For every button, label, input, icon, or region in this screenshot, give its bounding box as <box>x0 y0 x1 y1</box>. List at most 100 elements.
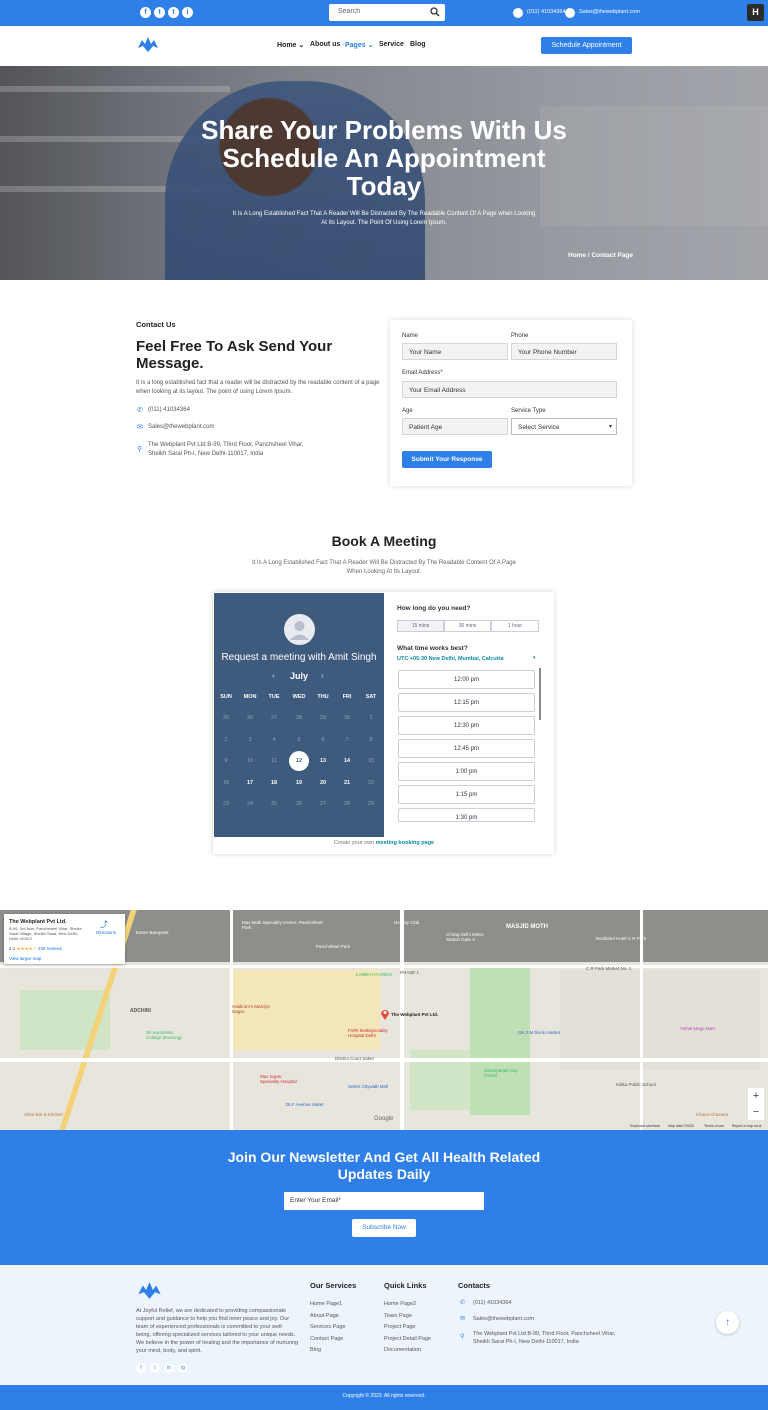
search-icon[interactable] <box>430 7 440 17</box>
next-month-icon[interactable]: › <box>321 671 324 680</box>
nav-pages[interactable]: Pages ⌄ <box>345 41 373 49</box>
time-slot[interactable]: 1:00 pm <box>398 762 535 781</box>
footer-link[interactable]: Services Page <box>310 1324 345 1330</box>
nav-blog[interactable]: Blog <box>410 41 426 48</box>
calendar-day: 3 <box>248 737 252 743</box>
time-slot[interactable]: 12:00 pm <box>398 670 535 689</box>
nav-service[interactable]: Service <box>379 41 404 48</box>
logo-icon[interactable] <box>136 36 160 53</box>
footer-phone[interactable]: (011) 41034364 <box>473 1300 511 1306</box>
calendar-day: 29 <box>319 715 327 721</box>
name-input[interactable]: Your Name <box>402 343 508 360</box>
calendar-day[interactable]: 13 <box>311 758 335 764</box>
instagram-icon[interactable]: ig <box>178 1363 188 1373</box>
footer-link[interactable]: Home Page2 <box>384 1301 416 1307</box>
footer-link[interactable]: Project Page <box>384 1324 416 1330</box>
newsletter-title: Join Our Newsletter And Get All Health R… <box>227 1149 541 1182</box>
search-input[interactable]: Search <box>329 4 445 21</box>
calendar-day: 1 <box>369 715 373 721</box>
weekday-sun: SUN <box>220 694 232 700</box>
view-larger-map-link[interactable]: View larger map <box>9 956 41 961</box>
linkedin-icon[interactable]: in <box>164 1363 174 1373</box>
footer-link[interactable]: Home Page1 <box>310 1301 342 1307</box>
topbar-email[interactable]: Sales@thewebplant.com <box>579 9 640 15</box>
calendar-day: 25 <box>270 801 278 807</box>
calendar-month: July <box>289 671 308 681</box>
breadcrumb-home[interactable]: Home <box>568 252 586 259</box>
breadcrumb: Home / Contact Page <box>568 252 634 259</box>
footer-quick-title: Quick Links <box>384 1281 427 1290</box>
time-slot[interactable]: 1:15 pm <box>398 785 535 804</box>
calendar-day[interactable]: 12 <box>287 758 311 764</box>
calendar-day[interactable]: 14 <box>335 758 359 764</box>
twitter-icon[interactable]: t <box>150 1363 160 1373</box>
email-icon: ✉ <box>460 1316 466 1322</box>
hero-subtitle: It Is A Long Established Fact That A Rea… <box>232 211 536 226</box>
service-select[interactable]: Select Service ▾ <box>511 418 617 435</box>
contact-description: It is a long established fact that a rea… <box>136 380 380 395</box>
directions-link[interactable]: Directions <box>96 930 116 935</box>
calendar-day[interactable]: 21 <box>335 780 359 786</box>
hubspot-icon[interactable]: H <box>747 4 764 21</box>
footer-link[interactable]: Documentation <box>384 1347 421 1353</box>
meeting-request-title: Request a meeting with Amit Singh <box>221 652 377 663</box>
topbar-phone[interactable]: (011) 41034364 <box>527 9 565 15</box>
newsletter-email-input[interactable]: Enter Your Email* <box>284 1192 484 1210</box>
name-label: Name <box>402 333 419 339</box>
subscribe-button[interactable]: Subscribe Now <box>352 1219 416 1237</box>
timezone-select[interactable]: UTC +05:30 New Delhi, Mumbai, Calcutta <box>397 656 504 662</box>
calendar-day[interactable]: 20 <box>311 780 335 786</box>
footer-logo-icon[interactable] <box>136 1281 163 1300</box>
footer-link[interactable]: Project Detail Page <box>384 1336 431 1342</box>
calendar-day[interactable]: 17 <box>238 780 262 786</box>
duration-30[interactable]: 30 mins <box>444 620 491 632</box>
email-input[interactable]: Your Email Address <box>402 381 617 398</box>
time-slot[interactable]: 12:30 pm <box>398 716 535 735</box>
contact-label: Contact Us <box>136 320 176 329</box>
user-icon <box>290 621 309 640</box>
footer-link[interactable]: Blog <box>310 1347 321 1353</box>
duration-15[interactable]: 15 mins <box>397 620 444 632</box>
email-icon: ✉ <box>137 424 143 431</box>
footer-contacts-title: Contacts <box>458 1281 491 1290</box>
skype-icon[interactable]: i <box>182 7 193 18</box>
map-card-address: B-99, 3rd floor, Panchsheel Vihar, Sheik… <box>9 926 82 941</box>
submit-button[interactable]: Submit Your Response <box>402 451 492 468</box>
calendar-day: 27 <box>270 715 278 721</box>
slots-scrollbar[interactable] <box>539 668 541 720</box>
scroll-to-top-button[interactable]: ↑ <box>716 1311 739 1334</box>
contact-email[interactable]: Sales@thewebplant.com <box>148 423 214 432</box>
contact-phone[interactable]: (011) 41034364 <box>148 406 190 415</box>
meeting-booking-link[interactable]: meeting booking page <box>376 840 434 846</box>
directions-icon[interactable]: ⤴ <box>100 919 108 930</box>
twitter-icon[interactable]: t <box>154 7 165 18</box>
duration-60[interactable]: 1 hour <box>491 620 539 632</box>
time-slot[interactable]: 12:45 pm <box>398 739 535 758</box>
time-slot[interactable]: 12:15 pm <box>398 693 535 712</box>
calendar-day[interactable]: 19 <box>287 780 311 786</box>
footer-link[interactable]: Contact Page <box>310 1336 343 1342</box>
footer-email[interactable]: Sales@thewebplant.com <box>473 1316 534 1322</box>
facebook-icon[interactable]: f <box>136 1363 146 1373</box>
calendar-day: 28 <box>343 801 351 807</box>
phone-icon: ✆ <box>460 1300 466 1306</box>
calendar-day[interactable]: 18 <box>262 780 286 786</box>
map-card-title: The Webplant Pvt Ltd. <box>9 919 67 925</box>
footer-link[interactable]: Team Page <box>384 1313 412 1319</box>
schedule-appointment-button[interactable]: Schedule Appointment <box>541 37 632 54</box>
time-slot[interactable]: 1:30 pm <box>398 808 535 822</box>
tumblr-icon[interactable]: t <box>168 7 179 18</box>
nav-home[interactable]: Home ⌄ <box>277 41 304 49</box>
copyright-bar: Copyright © 2023. All rights reserved. <box>0 1385 768 1410</box>
nav-about[interactable]: About us <box>310 41 340 48</box>
phone-input[interactable]: Your Phone Number <box>511 343 617 360</box>
age-input[interactable]: Patient Age <box>402 418 508 435</box>
footer-link[interactable]: About Page <box>310 1313 339 1319</box>
chevron-down-icon: ⌄ <box>298 42 305 49</box>
facebook-icon[interactable]: f <box>140 7 151 18</box>
zoom-out-button[interactable]: − <box>748 1104 764 1120</box>
calendar-day: 25 <box>222 715 230 721</box>
age-label: Age <box>402 408 413 414</box>
zoom-in-button[interactable]: + <box>748 1088 764 1104</box>
calendar-day: 22 <box>367 780 375 786</box>
